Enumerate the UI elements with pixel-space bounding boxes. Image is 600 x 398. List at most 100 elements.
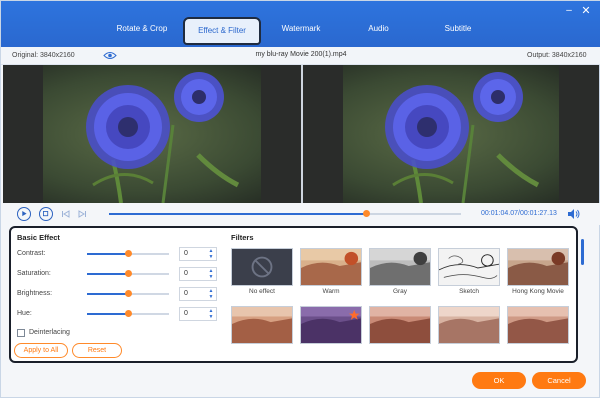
filter-preview-image	[232, 307, 292, 343]
flower-image	[303, 65, 599, 203]
filter-thumbnail	[438, 248, 500, 286]
contrast-stepper[interactable]: 0 ▲ ▼	[179, 247, 217, 261]
tab-watermark[interactable]: Watermark	[271, 15, 331, 43]
saturation-slider-handle[interactable]	[125, 270, 132, 277]
info-bar: Original: 3840x2160 my blu-ray Movie 200…	[1, 47, 600, 65]
filter-thumbnail	[507, 306, 569, 344]
deinterlacing-checkbox[interactable]	[17, 329, 25, 337]
filter-thumbnail	[369, 306, 431, 344]
brightness-slider-handle[interactable]	[125, 290, 132, 297]
hue-slider-fill	[87, 313, 128, 315]
file-name: my blu-ray Movie 200(1).mp4	[255, 51, 347, 58]
tab-audio[interactable]: Audio	[356, 15, 401, 43]
filter-label: Sketch	[459, 288, 479, 295]
hue-row: Hue: 0 ▲ ▼	[17, 307, 217, 321]
tab-rotate-crop[interactable]: Rotate & Crop	[109, 15, 175, 43]
cancel-button[interactable]: Cancel	[532, 372, 586, 389]
filter-item[interactable]	[369, 306, 431, 346]
previous-frame-icon[interactable]	[61, 209, 71, 219]
playback-bar: 00:01:04.07/00:01:27.13	[1, 203, 600, 225]
filter-hong-kong-movie[interactable]: Hong Kong Movie	[507, 248, 569, 295]
warm-preview-image	[301, 249, 361, 285]
flower-image	[3, 65, 301, 203]
saturation-row: Saturation: 0 ▲ ▼	[17, 267, 217, 281]
hue-label: Hue:	[17, 310, 32, 317]
saturation-slider[interactable]	[87, 270, 169, 277]
output-resolution: Output: 3840x2160	[527, 52, 587, 59]
filter-thumbnail	[438, 306, 500, 344]
filter-preview-image	[508, 307, 568, 343]
hue-stepper[interactable]: 0 ▲ ▼	[179, 307, 217, 321]
hue-slider-handle[interactable]	[125, 310, 132, 317]
filter-thumbnail	[300, 248, 362, 286]
decrement-icon[interactable]: ▼	[208, 255, 214, 260]
filter-preview-image	[439, 307, 499, 343]
progress-handle[interactable]	[362, 210, 370, 217]
progress-track[interactable]	[109, 210, 461, 217]
saturation-stepper[interactable]: 0 ▲ ▼	[179, 267, 217, 281]
filter-thumbnail	[369, 248, 431, 286]
filter-label: Hong Kong Movie	[512, 288, 564, 295]
filter-label: Warm	[322, 288, 340, 295]
decrement-icon[interactable]: ▼	[208, 295, 214, 300]
filters-scrollbar[interactable]	[581, 239, 584, 265]
brightness-label: Brightness:	[17, 290, 53, 297]
filter-no-effect[interactable]: No effect	[231, 248, 293, 295]
volume-icon[interactable]	[567, 208, 581, 220]
tab-subtitle[interactable]: Subtitle	[433, 15, 483, 43]
filter-item[interactable]	[507, 306, 569, 346]
hue-slider[interactable]	[87, 310, 169, 317]
deinterlacing-label: Deinterlacing	[29, 329, 70, 336]
minimize-button[interactable]: –	[563, 5, 575, 17]
original-preview	[3, 65, 301, 203]
filter-item[interactable]	[231, 306, 293, 346]
filter-preview-image	[301, 307, 361, 343]
contrast-row: Contrast: 0 ▲ ▼	[17, 247, 217, 261]
contrast-label: Contrast:	[17, 250, 46, 257]
tab-effect-filter[interactable]: Effect & Filter	[183, 17, 261, 45]
contrast-slider[interactable]	[87, 250, 169, 257]
filter-thumbnail	[507, 248, 569, 286]
brightness-stepper[interactable]: 0 ▲ ▼	[179, 287, 217, 301]
play-button[interactable]	[17, 207, 31, 221]
contrast-value[interactable]: 0	[184, 250, 188, 257]
stop-button[interactable]	[39, 207, 53, 221]
ok-button[interactable]: OK	[472, 372, 526, 389]
eye-icon[interactable]	[103, 51, 117, 60]
filter-gray[interactable]: Gray	[369, 248, 431, 295]
contrast-slider-fill	[87, 253, 128, 255]
effect-filter-window: Rotate & Crop Effect & Filter Watermark …	[0, 0, 600, 398]
time-display: 00:01:04.07/00:01:27.13	[481, 210, 557, 217]
filter-item[interactable]	[438, 306, 500, 346]
close-button[interactable]: ✕	[580, 5, 592, 17]
reset-button[interactable]: Reset	[72, 343, 122, 358]
brightness-value[interactable]: 0	[184, 290, 188, 297]
stop-icon	[43, 211, 49, 217]
hong-kong-movie-preview-image	[508, 249, 568, 285]
decrement-icon[interactable]: ▼	[208, 315, 214, 320]
original-resolution: Original: 3840x2160	[12, 52, 75, 59]
decrement-icon[interactable]: ▼	[208, 275, 214, 280]
filter-thumbnail	[300, 306, 362, 344]
hue-value[interactable]: 0	[184, 310, 188, 317]
filter-warm[interactable]: Warm	[300, 248, 362, 295]
basic-effect-title: Basic Effect	[17, 233, 60, 242]
filter-item[interactable]	[300, 306, 362, 346]
contrast-slider-handle[interactable]	[125, 250, 132, 257]
current-time: 00:01:04.07	[481, 210, 518, 217]
output-preview	[303, 65, 599, 203]
brightness-slider-fill	[87, 293, 128, 295]
play-icon	[22, 211, 27, 217]
saturation-slider-fill	[87, 273, 128, 275]
gray-preview-image	[370, 249, 430, 285]
saturation-value[interactable]: 0	[184, 270, 188, 277]
preview-area	[3, 65, 599, 203]
effect-panel: Basic Effect Contrast: 0 ▲ ▼ Saturation:…	[9, 226, 578, 363]
filter-thumbnail	[231, 248, 293, 286]
filter-sketch[interactable]: Sketch	[438, 248, 500, 295]
filter-thumbnail	[231, 306, 293, 344]
next-frame-icon[interactable]	[77, 209, 87, 219]
apply-to-all-button[interactable]: Apply to All	[14, 343, 68, 358]
brightness-slider[interactable]	[87, 290, 169, 297]
filter-preview-image	[370, 307, 430, 343]
